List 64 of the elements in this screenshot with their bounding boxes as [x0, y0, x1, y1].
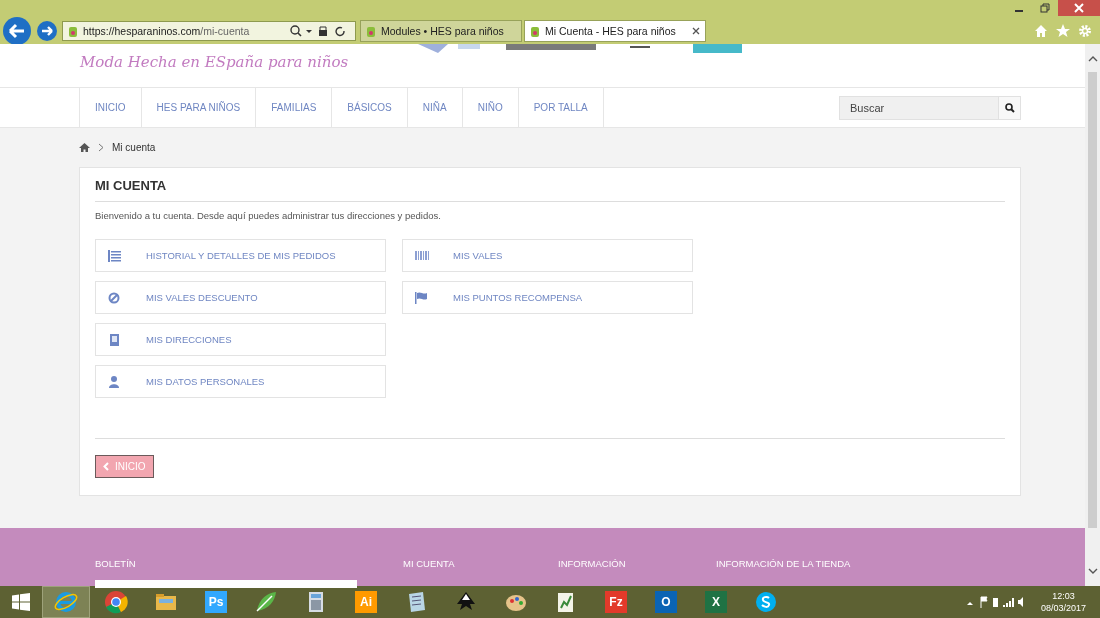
app-tile-icon[interactable]: O	[655, 591, 677, 613]
chevron-left-icon	[103, 462, 109, 471]
leaf-icon[interactable]	[254, 590, 278, 614]
scroll-down-icon[interactable]	[1087, 568, 1098, 574]
address-bar[interactable]: https://hesparaninos.com/mi-cuenta	[62, 20, 356, 41]
search-field[interactable]: Buscar	[839, 95, 999, 120]
nav-link[interactable]: HES PARA NIÑOS	[140, 88, 256, 127]
site-logo[interactable]: Moda Hecha en ESpaña para niños	[80, 53, 349, 71]
nav-link[interactable]: BÁSICOS	[331, 88, 407, 127]
site-icon	[68, 24, 78, 37]
windows-start-icon[interactable]	[12, 593, 30, 611]
footer-heading: MI CUENTA	[403, 558, 455, 569]
account-link[interactable]: MIS DIRECCIONES	[95, 323, 386, 356]
site-icon	[530, 24, 540, 37]
footer-heading: BOLETÍN	[95, 558, 136, 569]
user-icon	[108, 375, 122, 388]
close-button[interactable]	[1058, 0, 1100, 16]
back-button[interactable]: INICIO	[95, 455, 154, 478]
barcode-icon	[415, 249, 429, 262]
nav-link[interactable]: NIÑA	[406, 88, 462, 127]
nav-link[interactable]: FAMILIAS	[255, 88, 332, 127]
building-icon	[108, 333, 122, 346]
url-text: https://hesparaninos.com/mi-cuenta	[83, 24, 251, 37]
nav-link[interactable]: INICIO	[79, 88, 141, 127]
ban-icon	[108, 291, 122, 304]
list-icon	[108, 249, 122, 262]
clock-time[interactable]: 12:03	[1052, 591, 1075, 601]
scroll-up-icon[interactable]	[1087, 56, 1098, 62]
restore-icon	[1040, 3, 1050, 13]
app-tile-icon[interactable]: Ps	[205, 591, 227, 613]
chevron-icon	[98, 143, 104, 152]
minimize-icon	[1015, 10, 1023, 12]
search-icon	[1004, 102, 1015, 113]
account-link[interactable]: MIS DATOS PERSONALES	[95, 365, 386, 398]
browser-tab[interactable]: Modules • HES para niños	[360, 19, 522, 42]
scrollbar[interactable]	[1085, 44, 1100, 586]
page-heading: MI CUENTA	[95, 178, 1005, 202]
app-tile-icon[interactable]: Fz	[605, 591, 627, 613]
welcome-text: Bienvenido a tu cuenta. Desde aquí puedes administrar tus direcciones y pedidos.	[95, 210, 442, 221]
breadcrumb-text: Mi cuenta	[112, 142, 156, 153]
account-link[interactable]: MIS VALES	[402, 239, 693, 272]
nav-link[interactable]: POR TALLA	[517, 88, 604, 127]
star-icon[interactable]	[1056, 23, 1070, 38]
app-tile-icon[interactable]: Ai	[355, 591, 377, 613]
close-icon	[1074, 3, 1084, 13]
forward-button[interactable]	[36, 19, 58, 42]
browser-tab[interactable]: Mi Cuenta - HES para niños	[524, 19, 706, 42]
nav-link[interactable]: NIÑO	[461, 88, 518, 127]
account-link[interactable]: MIS PUNTOS RECOMPENSA	[402, 281, 693, 314]
newsletter-field[interactable]	[95, 580, 357, 588]
home-icon[interactable]	[79, 143, 90, 152]
chrome-icon[interactable]	[104, 590, 128, 614]
flag-icon	[415, 291, 429, 304]
app-tile-icon[interactable]: X	[705, 591, 727, 613]
footer-heading: INFORMACIÓN DE LA TIENDA	[716, 558, 851, 569]
clock-date[interactable]: 08/03/2017	[1040, 603, 1086, 613]
back-button[interactable]	[2, 15, 32, 46]
skype-icon[interactable]	[754, 590, 778, 614]
site-icon	[366, 24, 376, 37]
footer-heading: INFORMACIÓN	[558, 558, 626, 569]
search-button[interactable]	[999, 95, 1021, 120]
account-link[interactable]: MIS VALES DESCUENTO	[95, 281, 386, 314]
close-icon[interactable]	[692, 26, 700, 35]
account-link[interactable]: HISTORIAL Y DETALLES DE MIS PEDIDOS	[95, 239, 386, 272]
